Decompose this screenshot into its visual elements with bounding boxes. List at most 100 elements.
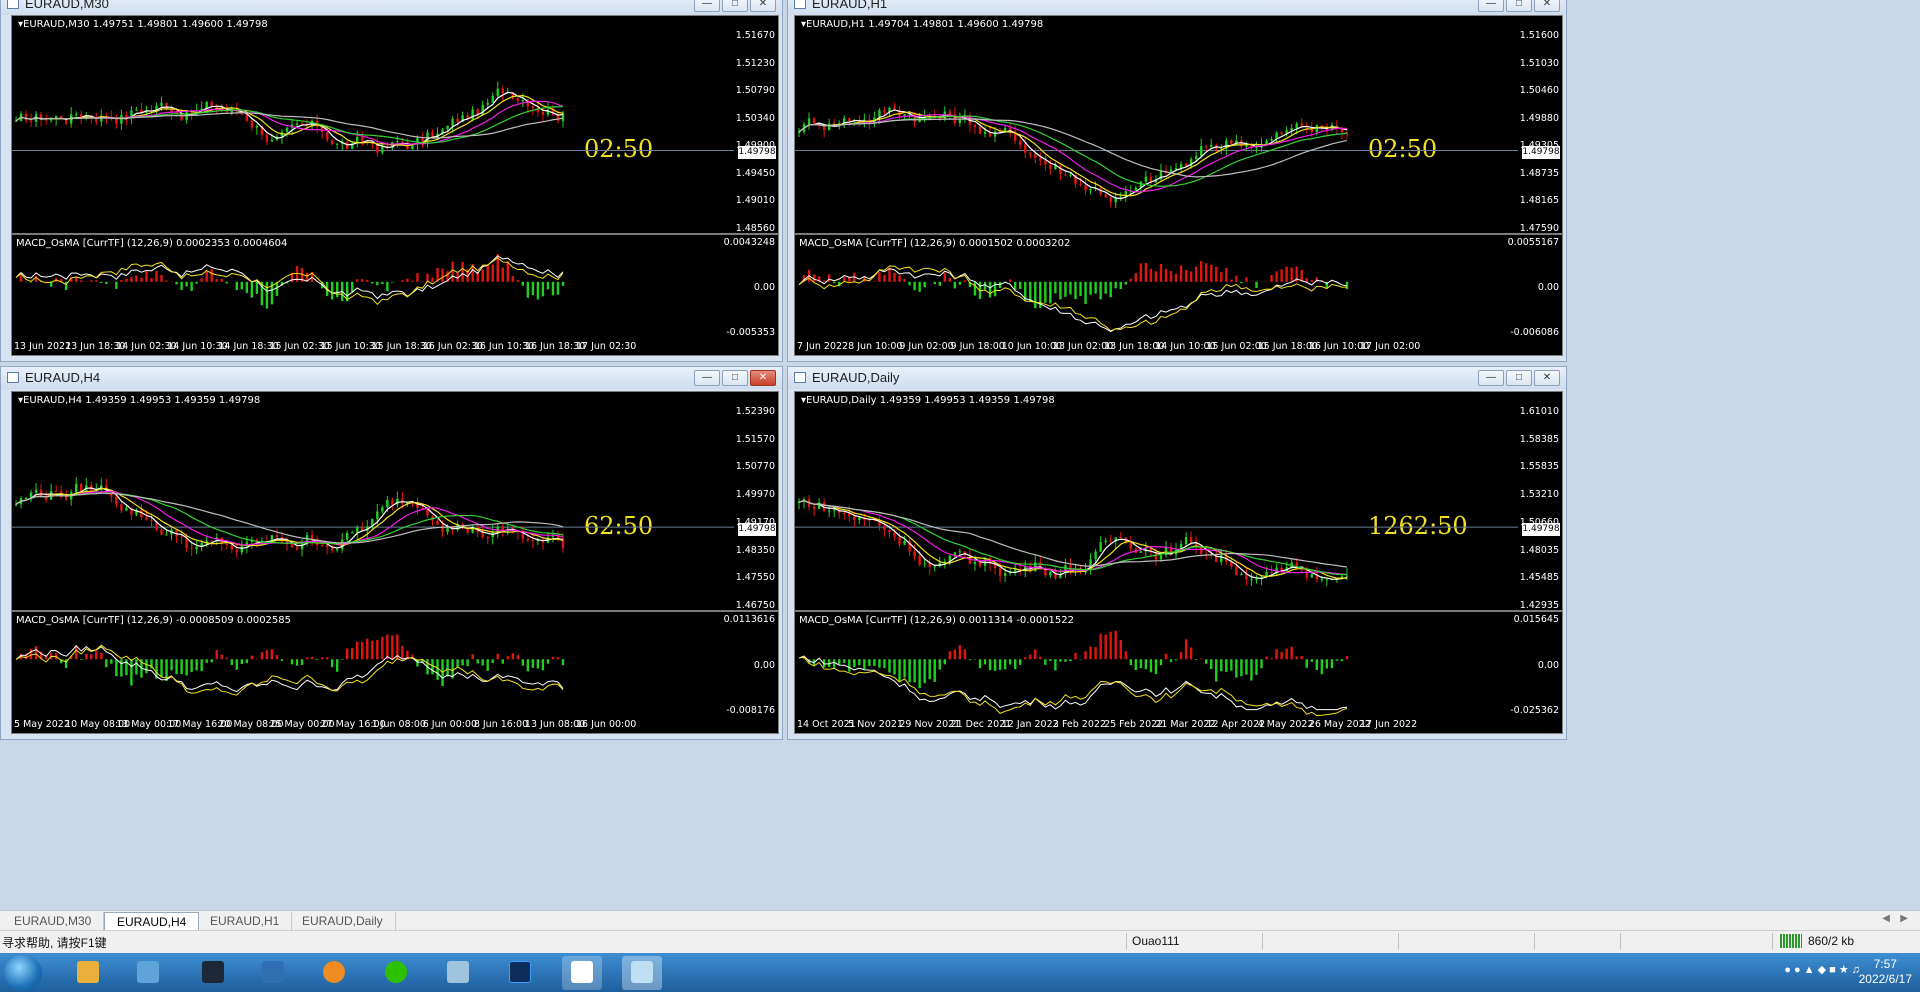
candle-body [295, 123, 299, 125]
macd-histogram-bar [858, 659, 861, 666]
minimize-button[interactable]: — [1478, 370, 1504, 386]
candle-body [1205, 146, 1208, 148]
macd-histogram-bar [953, 281, 957, 289]
macd-histogram-bar [1069, 281, 1072, 295]
price-tick: 1.47550 [735, 572, 775, 584]
candle-body [978, 126, 982, 134]
macd-histogram-bar [401, 280, 404, 282]
macd-histogram-bar [546, 281, 550, 290]
maximize-button[interactable]: □ [722, 370, 748, 386]
photoshop-icon[interactable] [500, 956, 540, 990]
tab-scroll-left-icon[interactable]: ◀ [1882, 913, 1890, 924]
macd-histogram-bar [1300, 656, 1303, 660]
close-button[interactable]: ✕ [1534, 370, 1560, 386]
candle-body [1084, 184, 1087, 191]
price-pane[interactable]: EURAUD,M30 1.49751 1.49801 1.49600 1.497… [12, 16, 778, 234]
browser-icon[interactable] [314, 956, 354, 990]
wechat-icon[interactable] [376, 956, 416, 990]
close-button[interactable]: ✕ [750, 0, 776, 12]
chart-window-h1[interactable]: EURAUD,H1 — □ ✕ EURAUD,H1 1.49704 1.4980… [787, 0, 1567, 362]
zte-app-icon[interactable] [193, 956, 233, 990]
macd-histogram-bar [1099, 281, 1102, 300]
moving-average-line [798, 499, 1348, 568]
macd-histogram-bar [180, 281, 183, 290]
chart-window-h4[interactable]: EURAUD,H4 — □ ✕ EURAUD,H4 1.49359 1.4995… [0, 366, 783, 740]
system-tray[interactable]: ● ● ▲ ◆ ■ ★ ♫ [1784, 963, 1860, 976]
notepad-icon[interactable] [438, 956, 478, 990]
candle-body [150, 519, 153, 521]
macd-histogram-bar [1285, 266, 1288, 282]
minimize-button[interactable]: — [1478, 0, 1504, 12]
macd-histogram-bar [195, 659, 198, 671]
maximize-button[interactable]: □ [1506, 370, 1532, 386]
maximize-button[interactable]: □ [722, 0, 748, 12]
macd-histogram-bar [933, 659, 936, 682]
macd-histogram-bar [843, 659, 846, 663]
chart-area[interactable]: EURAUD,H1 1.49704 1.49801 1.49600 1.4979… [794, 15, 1563, 356]
macd-histogram-bar [456, 659, 459, 667]
macd-histogram-bar [903, 659, 906, 678]
macd-histogram-bar [958, 645, 962, 660]
macd-histogram-bar [1340, 659, 1344, 662]
chart-area[interactable]: EURAUD,M30 1.49751 1.49801 1.49600 1.497… [11, 15, 779, 356]
candle-body [1199, 146, 1203, 156]
chart-window-daily[interactable]: EURAUD,Daily — □ ✕ EURAUD,Daily 1.49359 … [787, 366, 1567, 740]
price-tick: 1.58385 [1519, 433, 1559, 445]
candle-body [471, 109, 474, 120]
candle-body [456, 118, 459, 123]
moving-average-line [798, 111, 1347, 197]
macd-histogram-bar [898, 659, 901, 682]
macd-histogram-bar [988, 281, 992, 298]
macd-histogram-bar [1215, 659, 1218, 682]
macd-pane[interactable]: MACD_OsMA [CurrTF] (12,26,9) 0.0011314 -… [795, 612, 1562, 717]
pen-tool-icon[interactable] [562, 956, 602, 990]
current-price-label: 1.49798 [738, 522, 776, 536]
window-titlebar[interactable]: EURAUD,M30 — □ ✕ [1, 0, 782, 15]
taskbar-clock[interactable]: 7:57 2022/6/17 [1859, 957, 1912, 987]
macd-histogram-bar [551, 656, 555, 660]
macd-histogram-bar [1034, 281, 1037, 309]
remote-desktop-icon[interactable] [253, 956, 293, 990]
macd-histogram-bar [1250, 659, 1253, 681]
status-separator [1534, 933, 1535, 950]
windows-explorer-icon[interactable] [68, 956, 108, 990]
minimize-button[interactable]: — [694, 370, 720, 386]
minimize-button[interactable]: — [694, 0, 720, 12]
tab-euraud-h1[interactable]: EURAUD,H1 [198, 912, 293, 930]
tab-scroll-right-icon[interactable]: ▶ [1900, 913, 1908, 924]
macd-histogram-bar [1104, 634, 1107, 660]
price-pane[interactable]: EURAUD,H1 1.49704 1.49801 1.49600 1.4979… [795, 16, 1562, 234]
moving-average-line [15, 487, 564, 549]
candle-body [481, 104, 484, 115]
chart-app-icon[interactable] [622, 956, 662, 990]
chart-area[interactable]: EURAUD,H4 1.49359 1.49953 1.49359 1.4979… [11, 391, 779, 734]
window-titlebar[interactable]: EURAUD,H4 — □ ✕ [1, 367, 782, 389]
macd-histogram-bar [1104, 281, 1107, 294]
start-button[interactable] [4, 955, 42, 991]
price-pane[interactable]: EURAUD,H4 1.49359 1.49953 1.49359 1.4979… [12, 392, 778, 611]
chart-window-m30[interactable]: EURAUD,M30 — □ ✕ EURAUD,M30 1.49751 1.49… [0, 0, 783, 362]
tab-euraud-daily[interactable]: EURAUD,Daily [290, 912, 396, 930]
status-bar: 寻求帮助, 请按F1键 Ouao111 860/2 kb [0, 930, 1920, 953]
macd-histogram-bar [1008, 279, 1012, 282]
macd-histogram-bar [1189, 647, 1193, 660]
maximize-button[interactable]: □ [1506, 0, 1532, 12]
tab-euraud-m30[interactable]: EURAUD,M30 [2, 912, 105, 930]
contacts-icon[interactable] [128, 956, 168, 990]
macd-pane[interactable]: MACD_OsMA [CurrTF] (12,26,9) 0.0002353 0… [12, 235, 778, 339]
macd-histogram-bar [1149, 268, 1153, 282]
price-pane[interactable]: EURAUD,Daily 1.49359 1.49953 1.49359 1.4… [795, 392, 1562, 611]
macd-histogram-bar [315, 659, 319, 661]
macd-histogram-bar [1013, 659, 1017, 670]
window-titlebar[interactable]: EURAUD,H1 — □ ✕ [788, 0, 1566, 15]
price-tick: 1.49970 [735, 489, 775, 501]
macd-pane[interactable]: MACD_OsMA [CurrTF] (12,26,9) -0.0008509 … [12, 612, 778, 717]
tab-euraud-h4[interactable]: EURAUD,H4 [104, 912, 200, 930]
candle-body [898, 109, 901, 116]
close-button[interactable]: ✕ [750, 370, 776, 386]
window-titlebar[interactable]: EURAUD,Daily — □ ✕ [788, 367, 1566, 389]
chart-area[interactable]: EURAUD,Daily 1.49359 1.49953 1.49359 1.4… [794, 391, 1563, 734]
macd-pane[interactable]: MACD_OsMA [CurrTF] (12,26,9) 0.0001502 0… [795, 235, 1562, 339]
macd-histogram-bar [1109, 631, 1112, 660]
close-button[interactable]: ✕ [1534, 0, 1560, 12]
